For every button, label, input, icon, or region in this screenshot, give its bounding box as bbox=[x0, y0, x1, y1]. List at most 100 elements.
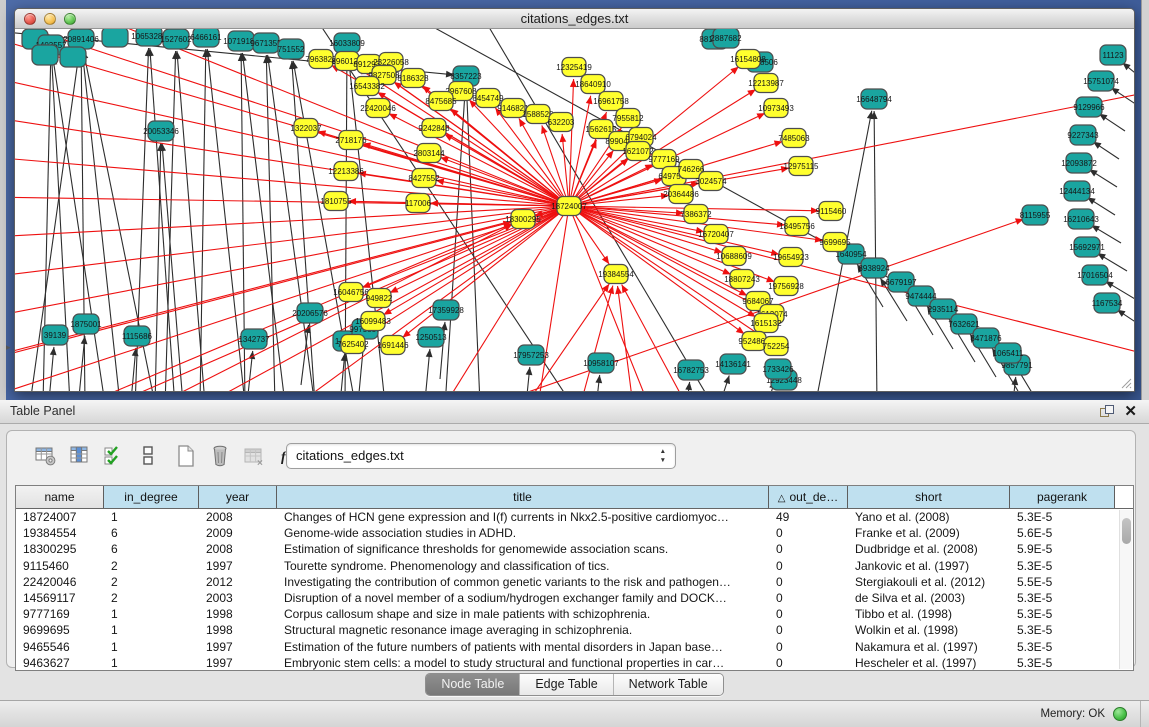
graph-node[interactable]: 3024574 bbox=[695, 172, 727, 191]
tab-node-table[interactable]: Node Table bbox=[426, 674, 519, 695]
close-panel-icon[interactable]: ✕ bbox=[1124, 402, 1137, 420]
graph-node[interactable]: 18807243 bbox=[724, 270, 760, 289]
graph-node[interactable]: 1065411 bbox=[993, 343, 1024, 363]
graph-node[interactable]: 18495756 bbox=[779, 217, 815, 236]
graph-node[interactable]: 15751074 bbox=[1083, 71, 1119, 91]
table-row[interactable]: 2242004622012Investigating the contribut… bbox=[16, 574, 1133, 590]
tab-edge-table[interactable]: Edge Table bbox=[519, 674, 612, 695]
table-scrollbar[interactable] bbox=[1119, 510, 1132, 669]
graph-node[interactable] bbox=[102, 29, 128, 47]
graph-node[interactable]: 12093872 bbox=[1061, 153, 1097, 173]
column-header-in_degree[interactable]: in_degree bbox=[104, 486, 199, 508]
table-row[interactable]: 1830029562008Estimation of significance … bbox=[16, 541, 1133, 557]
graph-node[interactable]: 20891406 bbox=[63, 29, 99, 49]
graph-node[interactable]: 7485063 bbox=[778, 129, 810, 148]
graph-node[interactable]: 9777169 bbox=[648, 150, 680, 169]
graph-node[interactable]: 1115686 bbox=[122, 326, 153, 346]
graph-node[interactable]: 8186328 bbox=[397, 69, 429, 88]
graph-node[interactable]: 16210643 bbox=[1063, 209, 1099, 229]
graph-node[interactable]: 9242848 bbox=[418, 119, 450, 138]
graph-node[interactable]: 19384554 bbox=[598, 265, 634, 284]
graph-node[interactable]: 2718176 bbox=[335, 131, 367, 150]
graph-node[interactable]: 8475685 bbox=[425, 92, 457, 111]
graph-node[interactable]: 2887682 bbox=[710, 29, 742, 48]
column-header-title[interactable]: title bbox=[277, 486, 769, 508]
graph-node[interactable]: 17957253 bbox=[513, 345, 549, 365]
column-header-short[interactable]: short bbox=[848, 486, 1010, 508]
graph-node[interactable]: 1810755 bbox=[320, 192, 352, 211]
graph-node[interactable]: 1322037 bbox=[290, 119, 322, 138]
column-header-year[interactable]: year bbox=[199, 486, 277, 508]
graph-node[interactable]: 12213987 bbox=[748, 74, 784, 93]
graph-node[interactable]: 17016504 bbox=[1077, 265, 1113, 285]
graph-node[interactable]: 752254 bbox=[763, 337, 790, 356]
graph-node[interactable]: 9699695 bbox=[819, 233, 851, 252]
float-window-icon[interactable] bbox=[1100, 405, 1115, 419]
graph-node[interactable]: 19756928 bbox=[768, 277, 804, 296]
graph-node[interactable]: 1167534 bbox=[1092, 293, 1123, 313]
graph-node[interactable] bbox=[60, 47, 86, 67]
graph-node[interactable]: 6466161 bbox=[190, 29, 222, 47]
graph-node[interactable]: 19654923 bbox=[773, 248, 809, 267]
graph-node[interactable]: 20364486 bbox=[663, 185, 699, 204]
graph-node[interactable]: 11123 bbox=[1100, 45, 1126, 65]
network-canvas[interactable]: 1403557208914061065328715276026466161107… bbox=[15, 29, 1134, 391]
graph-node[interactable]: 20206576 bbox=[292, 303, 328, 323]
window-resize-grip[interactable] bbox=[1122, 379, 1131, 388]
graph-node[interactable]: 12213386 bbox=[328, 162, 364, 181]
table-mode-icon[interactable] bbox=[33, 443, 59, 469]
window-resize-grip[interactable] bbox=[1130, 387, 1131, 388]
graph-node[interactable]: 16648794 bbox=[856, 89, 892, 109]
graph-node[interactable]: 1733426 bbox=[762, 359, 794, 379]
graph-node[interactable]: 632203 bbox=[548, 113, 575, 132]
graph-node[interactable]: 1691446 bbox=[377, 336, 409, 355]
graph-node[interactable] bbox=[32, 45, 58, 65]
panel-collapse-icon[interactable]: ▸ bbox=[6, 342, 11, 353]
row-height-icon[interactable] bbox=[135, 443, 161, 469]
window-titlebar[interactable]: citations_edges.txt bbox=[15, 9, 1134, 29]
graph-node[interactable]: 16782753 bbox=[673, 360, 709, 380]
create-column-icon[interactable] bbox=[173, 443, 199, 469]
column-header-name[interactable]: name bbox=[16, 486, 104, 508]
graph-node[interactable]: 8115955 bbox=[1020, 205, 1051, 225]
graph-node[interactable]: 949822 bbox=[366, 289, 393, 308]
graph-node[interactable]: 1615132 bbox=[750, 314, 782, 333]
graph-node[interactable]: 16046756 bbox=[333, 283, 369, 302]
show-column-icon[interactable] bbox=[67, 443, 93, 469]
graph-node[interactable]: 9227343 bbox=[1067, 125, 1099, 145]
graph-node[interactable]: 12975115 bbox=[784, 157, 820, 176]
graph-node[interactable]: 7625402 bbox=[337, 335, 369, 354]
table-row[interactable]: 1456911722003Disruption of a novel membe… bbox=[16, 590, 1133, 606]
graph-node[interactable]: 1527602 bbox=[160, 29, 192, 49]
graph-node[interactable]: 20053346 bbox=[143, 121, 179, 141]
table-row[interactable]: 1872400712008Changes of HCN gene express… bbox=[16, 509, 1133, 525]
graph-node[interactable]: 117006 bbox=[405, 194, 432, 213]
tab-network-table[interactable]: Network Table bbox=[613, 674, 723, 695]
table-row[interactable]: 946554611997Estimation of the future num… bbox=[16, 639, 1133, 655]
graph-node[interactable]: 12325419 bbox=[556, 58, 592, 77]
graph-node[interactable]: 16961758 bbox=[593, 92, 629, 111]
select-columns-icon[interactable] bbox=[101, 443, 127, 469]
graph-node[interactable]: 14136141 bbox=[715, 354, 751, 374]
graph-node[interactable]: 12444134 bbox=[1059, 181, 1095, 201]
graph-node[interactable]: 2803144 bbox=[413, 144, 445, 163]
graph-node[interactable]: 16033809 bbox=[329, 33, 365, 53]
delete-column-icon[interactable] bbox=[207, 443, 233, 469]
graph-node[interactable]: 7386372 bbox=[680, 205, 712, 224]
scrollbar-thumb[interactable] bbox=[1122, 518, 1131, 544]
table-row[interactable]: 977716911998Corpus callosum shape and si… bbox=[16, 606, 1133, 622]
column-header-out_de[interactable]: △out_de… bbox=[769, 486, 848, 508]
graph-node[interactable]: 39139 bbox=[42, 325, 68, 345]
graph-node[interactable]: 1342737 bbox=[238, 329, 270, 349]
graph-node[interactable]: 15692971 bbox=[1069, 237, 1105, 257]
graph-node[interactable]: 751552 bbox=[278, 39, 305, 59]
graph-node[interactable]: 10958107 bbox=[583, 353, 619, 373]
graph-node[interactable]: 8938924 bbox=[858, 258, 890, 278]
graph-node[interactable]: 8427552 bbox=[408, 169, 440, 188]
table-source-combobox[interactable]: citations_edges.txt ▲▼ bbox=[286, 443, 676, 469]
table-row[interactable]: 946362711997Embryonic stem cells: a mode… bbox=[16, 655, 1133, 671]
graph-node[interactable]: 7955812 bbox=[612, 109, 644, 128]
table-row[interactable]: 1938455462009Genome-wide association stu… bbox=[16, 525, 1133, 541]
table-row[interactable]: 911546021997Tourette syndrome. Phenomeno… bbox=[16, 558, 1133, 574]
graph-node[interactable]: 1875001 bbox=[70, 314, 102, 334]
